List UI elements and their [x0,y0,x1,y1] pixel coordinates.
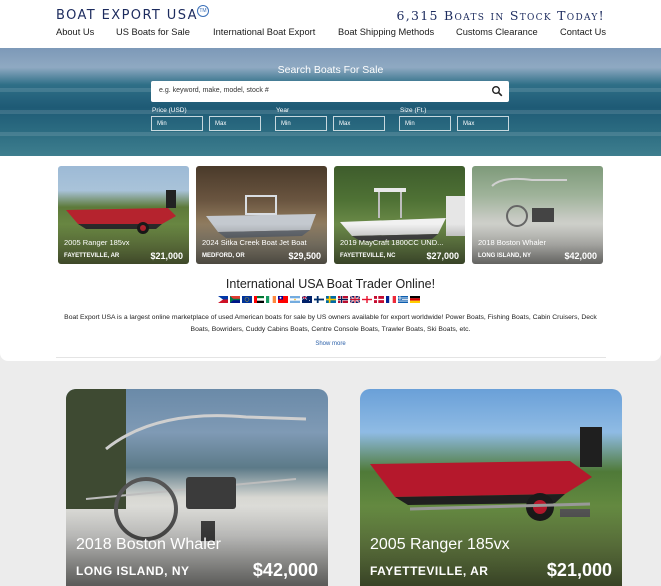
price-min-input[interactable]: Min [151,116,203,131]
france-flag[interactable] [386,296,396,303]
featured-boat-card[interactable]: 2019 MayCraft 1800CC UND... FAYETTEVILLE… [334,166,465,264]
boat-location: MEDFORD, OR [202,253,245,259]
listing-card[interactable]: 2018 Boston Whaler LONG ISLAND, NY $42,0… [66,389,328,586]
finland-flag[interactable] [314,296,324,303]
germany-flag[interactable] [410,296,420,303]
boat-title: 2024 Sitka Creek Boat Jet Boat [202,238,307,247]
boat-title: 2018 Boston Whaler [478,238,546,247]
argentina-flag[interactable] [290,296,300,303]
eu-flag[interactable] [242,296,252,303]
section-divider [56,357,606,358]
listing-location: FAYETTEVILLE, AR [370,564,489,578]
search-placeholder: e.g. keyword, make, model, stock # [159,87,269,94]
nav-contact-us[interactable]: Contact Us [560,27,606,37]
hero-wave [0,132,661,136]
boat-title: 2005 Ranger 185vx [64,238,130,247]
greece-flag[interactable] [398,296,408,303]
country-flags [218,296,420,303]
listing-price: $21,000 [546,560,612,580]
featured-boat-card[interactable]: 2005 Ranger 185vx FAYETTEVILLE, AR $21,0… [58,166,189,264]
price-max-input[interactable]: Max [209,116,261,131]
site-logo[interactable]: BOAT EXPORT USA [56,8,198,23]
site-header: BOAT EXPORT USA TM 6,315 Boats in Stock … [0,0,661,48]
listing-price: $42,000 [252,560,318,580]
search-input[interactable]: e.g. keyword, make, model, stock # [151,81,509,102]
ireland-flag[interactable] [266,296,276,303]
denmark-flag[interactable] [374,296,384,303]
sweden-flag[interactable] [326,296,336,303]
year-max-input[interactable]: Max [333,116,385,131]
listing-location: LONG ISLAND, NY [76,564,190,578]
search-hero: Search Boats For Sale e.g. keyword, make… [0,48,661,156]
intro-heading: International USA Boat Trader Online! [225,277,436,291]
australia-flag[interactable] [302,296,312,303]
nav-customs-clearance[interactable]: Customs Clearance [456,27,538,37]
boat-title: 2019 MayCraft 1800CC UND... [340,238,444,247]
listing-card[interactable]: 2005 Ranger 185vx FAYETTEVILLE, AR $21,0… [360,389,622,586]
trademark-badge: TM [197,5,209,17]
boat-location: FAYETTEVILLE, NC [340,253,396,259]
south-africa-flag[interactable] [230,296,240,303]
size-filter-label: Size (Ft.) [400,107,427,114]
featured-boat-card[interactable]: 2024 Sitka Creek Boat Jet Boat MEDFORD, … [196,166,327,264]
nav-us-boats-for-sale[interactable]: US Boats for Sale [116,27,190,37]
uk-flag[interactable] [350,296,360,303]
hero-wave [0,110,661,114]
uae-flag[interactable] [254,296,264,303]
boat-price: $21,000 [150,251,183,261]
price-filter-label: Price (USD) [152,107,187,114]
search-icon[interactable] [491,85,503,97]
georgia-flag[interactable] [362,296,372,303]
intro-description: Boat Export USA is a largest online mark… [64,314,597,333]
nav-boat-shipping-methods[interactable]: Boat Shipping Methods [338,27,434,37]
taiwan-flag[interactable] [278,296,288,303]
show-more-link[interactable]: Show more [0,341,661,347]
boat-location: LONG ISLAND, NY [478,253,532,259]
boat-price: $27,000 [426,251,459,261]
size-max-input[interactable]: Max [457,116,509,131]
philippines-flag[interactable] [218,296,228,303]
featured-boat-card[interactable]: 2018 Boston Whaler LONG ISLAND, NY $42,0… [472,166,603,264]
boat-price: $29,500 [288,251,321,261]
year-filter-label: Year [276,107,290,114]
listing-title: 2005 Ranger 185vx [370,536,510,553]
stock-banner: 6,315 Boats in Stock Today! [396,8,605,23]
norway-flag[interactable] [338,296,348,303]
search-title: Search Boats For Sale [277,64,384,76]
year-min-input[interactable]: Min [275,116,327,131]
nav-about-us[interactable]: About Us [56,27,94,37]
size-min-input[interactable]: Min [399,116,451,131]
boat-price: $42,000 [564,251,597,261]
listing-title: 2018 Boston Whaler [76,536,221,553]
boat-location: FAYETTEVILLE, AR [64,253,120,259]
nav-international-boat-export[interactable]: International Boat Export [213,27,315,37]
